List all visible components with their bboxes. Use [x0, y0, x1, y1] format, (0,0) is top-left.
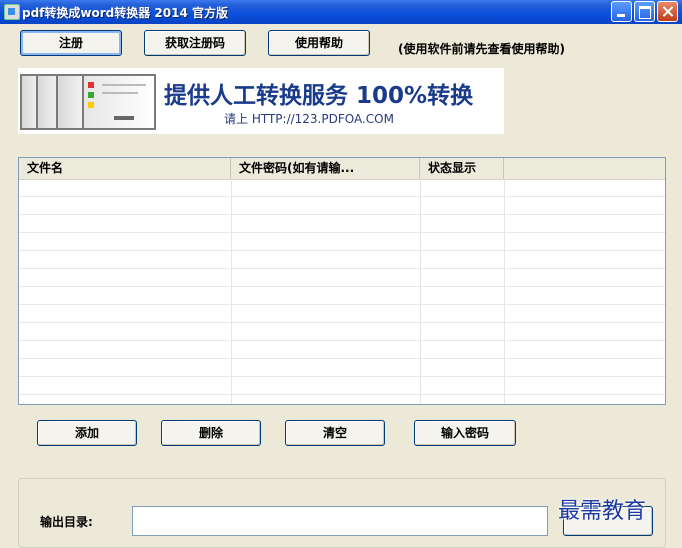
- add-button[interactable]: 添加: [37, 420, 137, 446]
- output-dir-label: 输出目录:: [40, 515, 93, 529]
- minimize-icon[interactable]: [611, 1, 632, 22]
- banner-url[interactable]: 请上 HTTP://123.PDFOA.COM: [224, 110, 394, 127]
- file-list[interactable]: 文件名 文件密码(如有请输... 状态显示: [18, 157, 666, 405]
- maximize-icon[interactable]: [634, 1, 655, 22]
- app-icon: [4, 4, 20, 20]
- column-extra[interactable]: [504, 158, 665, 179]
- help-button[interactable]: 使用帮助: [268, 30, 370, 56]
- usage-hint: (使用软件前请先查看使用帮助): [398, 42, 565, 56]
- close-icon[interactable]: [657, 1, 678, 22]
- delete-button[interactable]: 删除: [161, 420, 261, 446]
- window-title: pdf转换成word转换器 2014 官方版: [22, 6, 228, 20]
- list-row[interactable]: [19, 323, 665, 341]
- list-row[interactable]: [19, 341, 665, 359]
- clear-button[interactable]: 清空: [285, 420, 385, 446]
- list-row[interactable]: [19, 179, 665, 197]
- list-row[interactable]: [19, 251, 665, 269]
- list-row[interactable]: [19, 359, 665, 377]
- advert-banner[interactable]: 提供人工转换服务 100%转换 请上 HTTP://123.PDFOA.COM: [18, 68, 504, 134]
- list-header: 文件名 文件密码(如有请输... 状态显示: [19, 158, 665, 180]
- list-row[interactable]: [19, 305, 665, 323]
- list-row[interactable]: [19, 215, 665, 233]
- banner-headline: 提供人工转换服务 100%转换: [164, 83, 474, 109]
- list-row[interactable]: [19, 269, 665, 287]
- list-row[interactable]: [19, 197, 665, 215]
- enter-password-button[interactable]: 输入密码: [414, 420, 516, 446]
- column-status[interactable]: 状态显示: [420, 158, 504, 179]
- output-dir-input[interactable]: [132, 506, 548, 536]
- list-row[interactable]: [19, 287, 665, 305]
- list-row[interactable]: [19, 377, 665, 395]
- whiteboard-image: [18, 68, 158, 134]
- list-row[interactable]: [19, 233, 665, 251]
- get-registration-code-button[interactable]: 获取注册码: [144, 30, 246, 56]
- watermark-logo: 最需教育: [558, 499, 647, 524]
- register-button[interactable]: 注册: [20, 30, 122, 56]
- column-password[interactable]: 文件密码(如有请输...: [231, 158, 420, 179]
- title-bar: pdf转换成word转换器 2014 官方版: [0, 0, 682, 24]
- column-filename[interactable]: 文件名: [19, 158, 231, 179]
